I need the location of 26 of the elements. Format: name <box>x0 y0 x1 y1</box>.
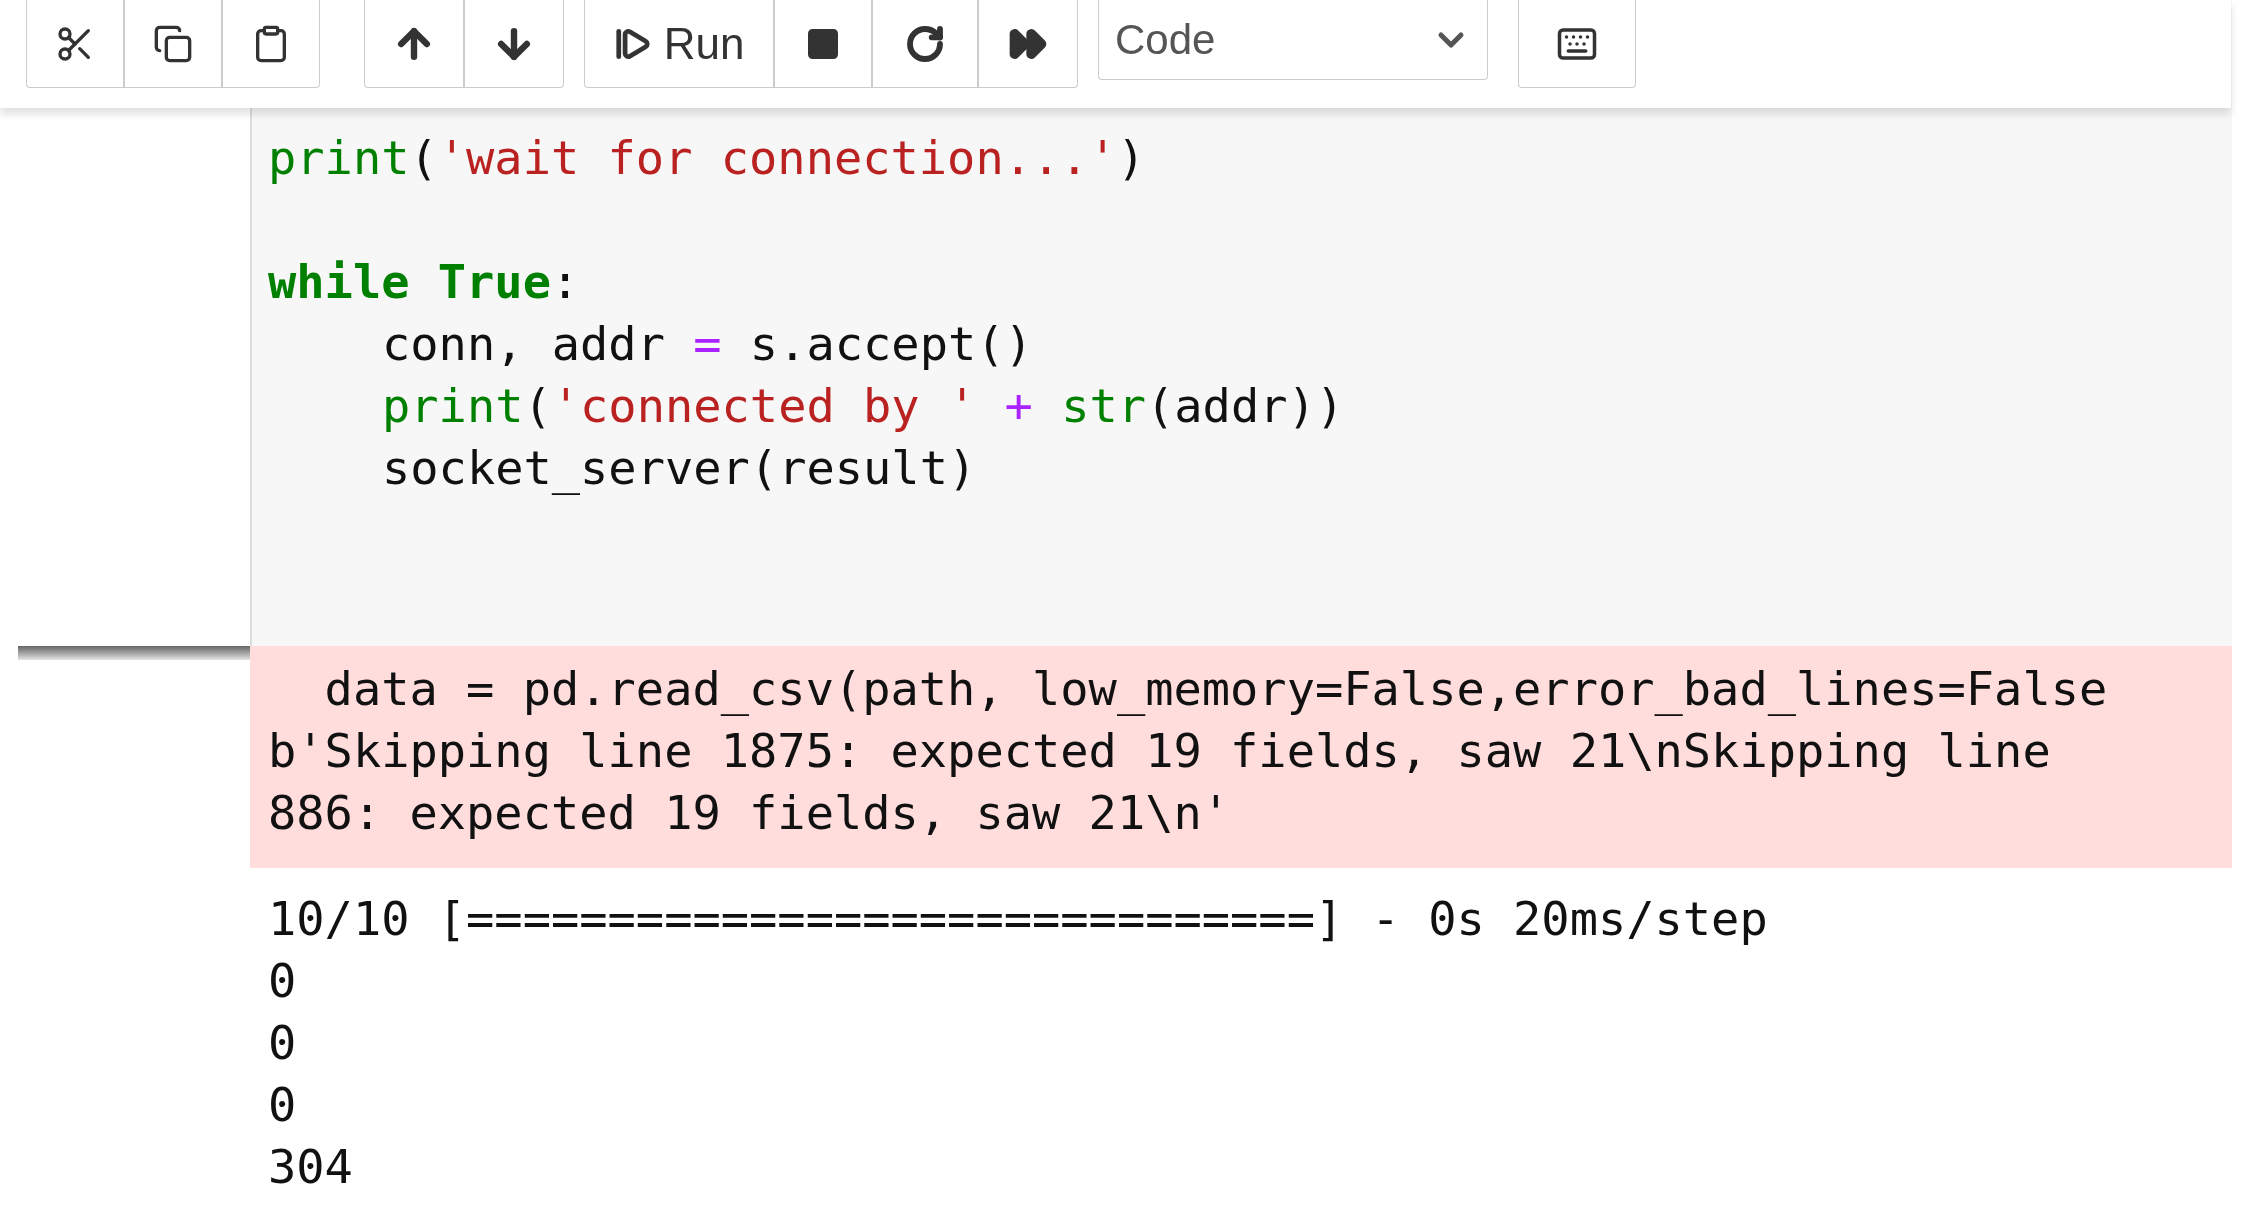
code-line: while True: <box>268 253 580 311</box>
error-line: 886: expected 19 fields, saw 21\n' <box>268 784 1231 842</box>
keyboard-button[interactable] <box>1518 0 1636 88</box>
fast-forward-button[interactable] <box>978 0 1078 88</box>
paste-button[interactable] <box>222 0 320 88</box>
copy-icon <box>153 23 193 64</box>
output-line: 0 <box>268 1014 297 1072</box>
code-line: socket_server(result) <box>382 439 977 497</box>
code-line: print('connected by ' + str(addr)) <box>382 377 1345 435</box>
copy-button[interactable] <box>124 0 222 88</box>
code-line: conn, addr = s.accept() <box>382 315 1033 373</box>
stop-button[interactable] <box>774 0 872 88</box>
error-line: data = pd.read_csv(path, low_memory=False,error_bad_lines=False <box>323 660 2108 718</box>
run-button[interactable]: Run <box>584 0 774 88</box>
output-line: 0 <box>268 1076 297 1134</box>
error-line: b'Skipping line 1875: expected 19 fields, saw 21\nSkipping line <box>268 722 2051 780</box>
output-line: 0 <box>268 952 297 1010</box>
cell-type-select[interactable]: Code <box>1098 0 1488 80</box>
move-down-button[interactable] <box>464 0 564 88</box>
output-line: 304 <box>268 1138 353 1196</box>
move-up-button[interactable] <box>364 0 464 88</box>
restart-icon <box>905 23 945 64</box>
restart-button[interactable] <box>872 0 978 88</box>
output-line: 10/10 [==============================] - 0s 20ms/step <box>268 890 1768 948</box>
code-line: print('wait for connection...') <box>268 129 1146 187</box>
cut-button[interactable] <box>26 0 124 88</box>
